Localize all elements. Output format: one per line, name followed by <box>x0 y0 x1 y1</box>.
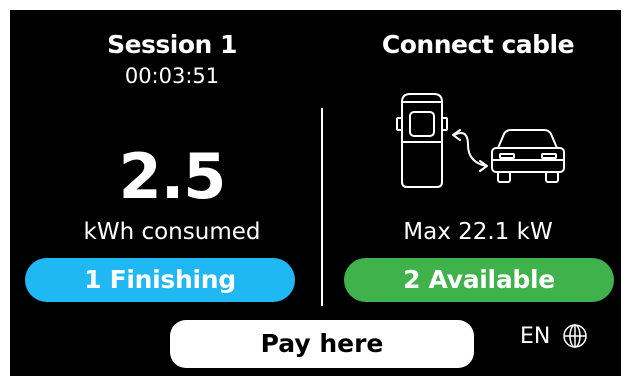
pay-here-button[interactable]: Pay here <box>170 320 474 368</box>
panel-divider <box>321 108 323 306</box>
connector-2-status-button[interactable]: 2 Available <box>344 258 614 302</box>
connector-1-status-button[interactable]: 1 Finishing <box>25 258 295 302</box>
energy-label: kWh consumed <box>83 219 261 245</box>
energy-value: 2.5 <box>118 140 227 213</box>
connect-cable-title: Connect cable <box>381 30 575 59</box>
session-timer: 00:03:51 <box>124 64 220 88</box>
charger-screen: Session 1 00:03:51 2.5 kWh consumed Conn… <box>10 10 621 376</box>
globe-icon <box>563 324 588 348</box>
language-label: EN <box>520 323 551 349</box>
session-title: Session 1 <box>107 30 237 59</box>
charger-to-car-icon <box>396 93 565 188</box>
max-power: Max 22.1 kW <box>403 219 553 245</box>
car-icon <box>491 129 565 183</box>
language-selector[interactable]: EN <box>520 321 588 351</box>
charging-station-icon <box>401 93 443 188</box>
